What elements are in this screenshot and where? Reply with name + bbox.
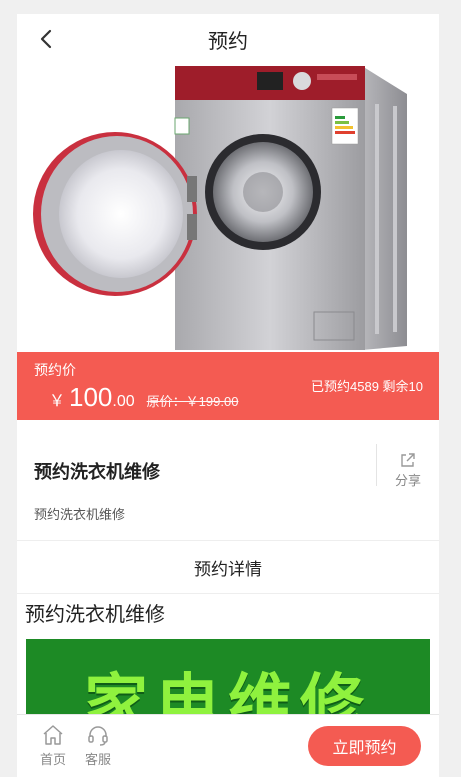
price-decimal: .00 <box>112 393 135 410</box>
price-integer: 100 <box>69 382 113 412</box>
home-icon <box>43 725 63 745</box>
details-title: 预约洗衣机维修 <box>25 604 165 626</box>
bottom-bar: 首页 客服 立即预约 <box>17 714 439 777</box>
product-image <box>17 64 439 352</box>
washing-machine-illustration <box>33 66 407 350</box>
back-arrow-icon[interactable] <box>35 27 59 51</box>
booking-stats: 已预约4589 剩余10 <box>311 379 423 394</box>
nav-home-label: 首页 <box>39 752 66 767</box>
phone-screen: 预约 预约价 ￥ 100 .00 原价：￥199.00 已预约4589 剩余10… <box>17 14 439 777</box>
original-price: 原价：￥199.00 <box>146 394 239 409</box>
tab-details[interactable]: 预约详情 <box>17 541 439 594</box>
share-label: 分享 <box>394 473 421 488</box>
product-name: 预约洗衣机维修 <box>34 462 160 482</box>
price-bar: 预约价 ￥ 100 .00 原价：￥199.00 已预约4589 剩余10 <box>17 352 439 420</box>
share-button[interactable]: 分享 <box>376 444 439 488</box>
share-icon <box>401 453 415 467</box>
product-description: 预约洗衣机维修 <box>34 507 126 522</box>
headset-icon <box>88 726 108 746</box>
page-title: 预约 <box>208 30 248 53</box>
price-currency: ￥ <box>49 393 66 410</box>
price-label: 预约价 <box>34 362 76 378</box>
price-main: ￥ 100 .00 原价：￥199.00 <box>49 382 238 413</box>
product-info: 预约洗衣机维修 预约洗衣机维修 分享 <box>17 420 439 541</box>
book-now-button[interactable]: 立即预约 <box>308 726 421 766</box>
header: 预约 <box>17 14 439 64</box>
nav-customer-service-label: 客服 <box>84 752 111 767</box>
nav-home[interactable]: 首页 <box>33 723 73 768</box>
nav-customer-service[interactable]: 客服 <box>78 723 118 768</box>
